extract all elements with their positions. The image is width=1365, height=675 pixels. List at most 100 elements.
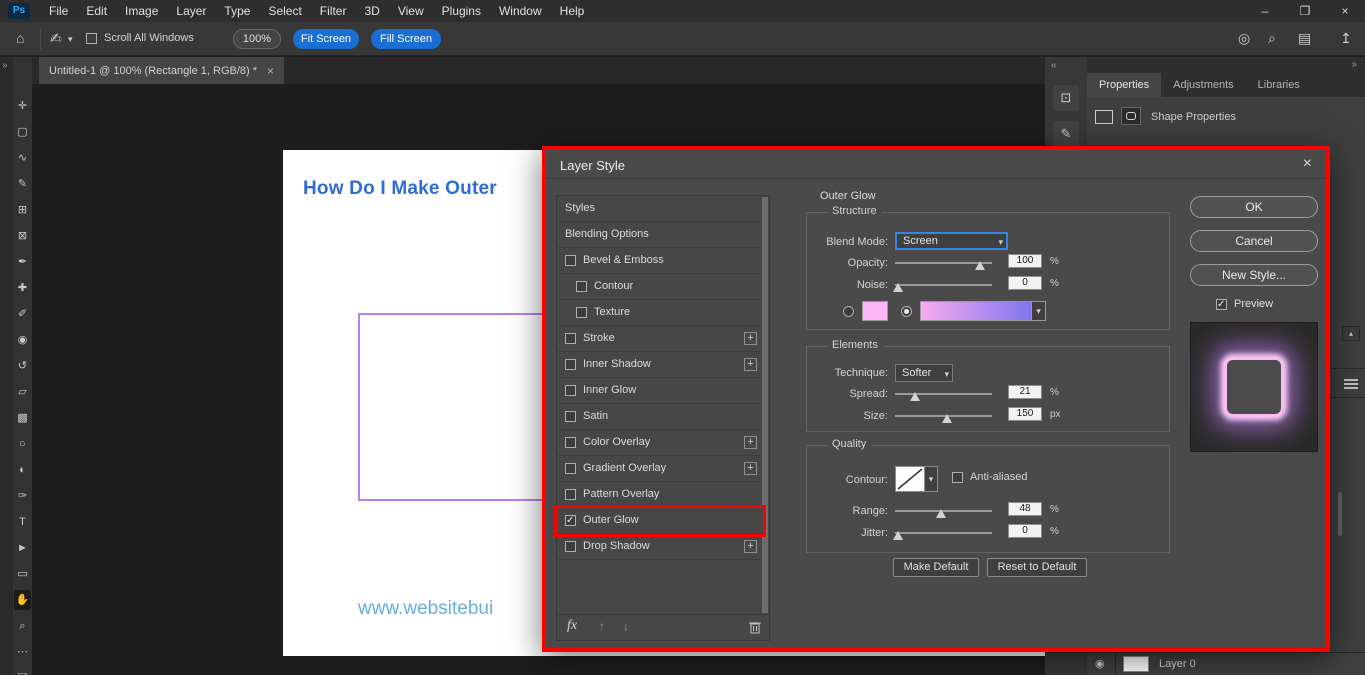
menu-file[interactable]: File <box>40 0 77 22</box>
fx-icon[interactable]: fx <box>567 618 577 634</box>
zoom-tool[interactable]: ⌕ <box>14 616 31 636</box>
quick-selection-tool[interactable]: ✎ <box>14 174 31 194</box>
ok-button[interactable]: OK <box>1190 196 1318 218</box>
home-icon[interactable]: ⌂ <box>16 30 24 46</box>
gradient-picker[interactable] <box>920 301 1032 321</box>
menu-help[interactable]: Help <box>551 0 594 22</box>
style-item-styles[interactable]: Styles <box>557 196 763 222</box>
style-item-outer-glow[interactable]: Outer Glow <box>557 508 763 534</box>
minimize-icon[interactable]: – <box>1245 0 1285 22</box>
pen-tool[interactable]: ✑ <box>14 486 31 506</box>
shape-outline-icon[interactable] <box>1095 110 1113 124</box>
size-value[interactable]: 150 <box>1008 407 1042 421</box>
gradient-chevron-icon[interactable]: ▾ <box>1032 301 1046 321</box>
style-item-stroke[interactable]: Stroke+ <box>557 326 763 352</box>
add-instance-button[interactable]: + <box>744 540 757 553</box>
expand-panels-icon[interactable]: » <box>1351 59 1357 70</box>
range-slider[interactable] <box>895 504 992 518</box>
hand-tool[interactable]: ✋ <box>14 590 31 610</box>
tab-close-icon[interactable]: × <box>267 64 274 78</box>
add-instance-button[interactable]: + <box>744 462 757 475</box>
checkbox-stroke[interactable] <box>565 333 576 344</box>
move-effect-up-icon[interactable]: ↑ <box>599 619 605 633</box>
anti-aliased-checkbox[interactable] <box>952 472 963 483</box>
checkbox-texture[interactable] <box>576 307 587 318</box>
history-brush-tool[interactable]: ↺ <box>14 356 31 376</box>
panel-scrollbar[interactable] <box>1338 492 1342 536</box>
blur-tool[interactable]: ○ <box>14 434 31 454</box>
rectangle-tool[interactable]: ▭ <box>14 564 31 584</box>
checkbox-outer-glow[interactable] <box>565 515 576 526</box>
jitter-value[interactable]: 0 <box>1008 524 1042 538</box>
fill-screen-button[interactable]: Fill Screen <box>371 29 441 49</box>
style-item-blending-options[interactable]: Blending Options <box>557 222 763 248</box>
menu-3d[interactable]: 3D <box>355 0 388 22</box>
restore-icon[interactable]: ❐ <box>1285 0 1325 22</box>
technique-select[interactable]: Softer ▾ <box>895 364 953 382</box>
spread-value[interactable]: 21 <box>1008 385 1042 399</box>
style-item-inner-glow[interactable]: Inner Glow <box>557 378 763 404</box>
type-tool[interactable]: T <box>14 512 31 532</box>
menu-filter[interactable]: Filter <box>311 0 356 22</box>
tab-libraries[interactable]: Libraries <box>1246 73 1312 97</box>
tools-ellipsis[interactable]: ⋯ <box>14 642 31 662</box>
style-item-contour[interactable]: Contour <box>557 274 763 300</box>
blend-mode-select[interactable]: Screen ▾ <box>895 232 1008 250</box>
move-effect-down-icon[interactable]: ↓ <box>623 619 629 633</box>
fit-screen-button[interactable]: Fit Screen <box>293 29 359 49</box>
collapse-panels-icon[interactable]: « <box>1051 60 1057 71</box>
marquee-tool[interactable]: ▢ <box>14 122 31 142</box>
frame-tool[interactable]: ⊠ <box>14 226 31 246</box>
clone-stamp-tool[interactable]: ◉ <box>14 330 31 350</box>
style-item-texture[interactable]: Texture <box>557 300 763 326</box>
scroll-all-windows-checkbox[interactable] <box>86 33 97 44</box>
healing-brush-tool[interactable]: ✚ <box>14 278 31 298</box>
size-slider[interactable] <box>895 409 992 423</box>
glow-color-swatch[interactable] <box>862 301 888 321</box>
menu-select[interactable]: Select <box>259 0 310 22</box>
search-icon[interactable]: ⌕ <box>1268 30 1276 47</box>
menu-edit[interactable]: Edit <box>77 0 116 22</box>
brush-tool[interactable]: ✐ <box>14 304 31 324</box>
path-selection-tool[interactable]: ► <box>14 538 31 558</box>
checkbox-inner-glow[interactable] <box>565 385 576 396</box>
checkbox-pattern-overlay[interactable] <box>565 489 576 500</box>
make-default-button[interactable]: Make Default <box>893 558 979 577</box>
checkbox-satin[interactable] <box>565 411 576 422</box>
add-instance-button[interactable]: + <box>744 358 757 371</box>
style-item-inner-shadow[interactable]: Inner Shadow+ <box>557 352 763 378</box>
rounded-rect-icon[interactable] <box>1121 107 1141 125</box>
menu-view[interactable]: View <box>389 0 433 22</box>
zoom-100-button[interactable]: 100% <box>233 29 281 49</box>
delete-effect-trash-icon[interactable] <box>749 620 761 634</box>
menu-window[interactable]: Window <box>490 0 551 22</box>
move-tool[interactable]: ✛ <box>14 96 31 116</box>
dodge-tool[interactable]: ◐ <box>14 460 31 480</box>
panel-menu-icon[interactable] <box>1344 379 1358 381</box>
collapse-section-icon[interactable]: ▴ <box>1342 326 1360 341</box>
tab-adjustments[interactable]: Adjustments <box>1161 73 1246 97</box>
expand-panel-icon[interactable]: » <box>2 60 8 71</box>
document-tab[interactable]: Untitled-1 @ 100% (Rectangle 1, RGB/8) *… <box>39 57 284 84</box>
checkbox-color-overlay[interactable] <box>565 437 576 448</box>
spread-slider[interactable] <box>895 387 992 401</box>
style-item-gradient-overlay[interactable]: Gradient Overlay+ <box>557 456 763 482</box>
menu-image[interactable]: Image <box>116 0 167 22</box>
style-item-satin[interactable]: Satin <box>557 404 763 430</box>
hand-tool-icon[interactable]: ✍ <box>50 30 62 47</box>
dialog-close-icon[interactable]: × <box>1303 155 1312 173</box>
style-item-drop-shadow[interactable]: Drop Shadow+ <box>557 534 763 560</box>
style-item-bevel-emboss[interactable]: Bevel & Emboss <box>557 248 763 274</box>
menu-plugins[interactable]: Plugins <box>433 0 490 22</box>
close-icon[interactable]: × <box>1325 0 1365 22</box>
account-icon[interactable]: ◎ <box>1238 30 1250 47</box>
preview-checkbox[interactable] <box>1216 299 1227 310</box>
layer-name[interactable]: Layer 0 <box>1159 658 1196 670</box>
collapsed-panel-icon-2[interactable]: ✎ <box>1053 121 1079 147</box>
new-style-button[interactable]: New Style... <box>1190 264 1318 286</box>
noise-slider[interactable] <box>895 278 992 292</box>
add-instance-button[interactable]: + <box>744 332 757 345</box>
reset-to-default-button[interactable]: Reset to Default <box>987 558 1087 577</box>
crop-tool[interactable]: ⊞ <box>14 200 31 220</box>
style-item-pattern-overlay[interactable]: Pattern Overlay <box>557 482 763 508</box>
